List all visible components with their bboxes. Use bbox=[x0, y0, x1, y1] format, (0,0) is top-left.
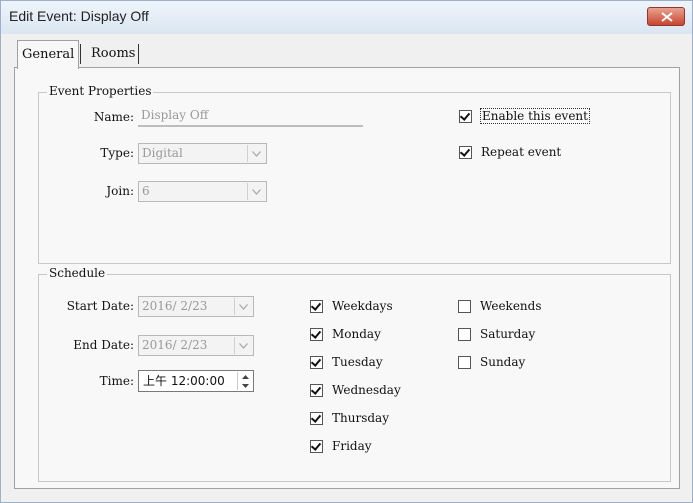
name-label: Name: bbox=[93, 110, 134, 124]
weekends-checkbox[interactable]: Weekends bbox=[458, 299, 542, 313]
weekdays-label: Weekdays bbox=[332, 299, 393, 313]
wednesday-checkbox[interactable]: Wednesday bbox=[310, 383, 401, 397]
dialog-body: General Rooms Event Properties Name: Dis… bbox=[8, 34, 685, 496]
close-icon bbox=[661, 12, 673, 22]
title-bar[interactable]: Edit Event: Display Off bbox=[1, 1, 692, 34]
end-date-value: 2016/ 2/23 bbox=[142, 338, 208, 352]
event-properties-group: Event Properties Name: Display Off Type:… bbox=[38, 84, 671, 264]
tab-separator bbox=[138, 44, 139, 64]
weekends-label: Weekends bbox=[480, 299, 542, 313]
tab-separator bbox=[80, 44, 81, 64]
time-label: Time: bbox=[99, 374, 134, 388]
monday-label: Monday bbox=[332, 327, 381, 341]
enable-event-label: Enable this event bbox=[480, 108, 590, 124]
chevron-down-icon[interactable] bbox=[247, 145, 265, 162]
friday-label: Friday bbox=[332, 439, 372, 453]
wednesday-label: Wednesday bbox=[332, 383, 401, 397]
weekdays-checkbox[interactable]: Weekdays bbox=[310, 299, 393, 313]
edit-event-dialog: Edit Event: Display Off General Rooms Ev… bbox=[0, 0, 693, 503]
join-dropdown[interactable]: 6 bbox=[138, 181, 267, 202]
join-label: Join: bbox=[106, 184, 134, 198]
time-value: 上午 12:00:00 bbox=[143, 374, 225, 388]
calendar-dropdown-icon[interactable] bbox=[234, 298, 252, 315]
time-picker[interactable]: 上午 12:00:00 bbox=[138, 370, 254, 392]
schedule-group-label: Schedule bbox=[47, 266, 108, 280]
chevron-down-icon[interactable] bbox=[247, 183, 265, 200]
tab-rooms[interactable]: Rooms bbox=[85, 42, 141, 66]
end-date-picker[interactable]: 2016/ 2/23 bbox=[138, 335, 254, 356]
weekends-check-icon[interactable] bbox=[458, 299, 471, 313]
join-value: 6 bbox=[142, 184, 150, 198]
tab-general-label: General bbox=[22, 47, 75, 62]
friday-check-icon[interactable] bbox=[310, 439, 323, 453]
type-label: Type: bbox=[100, 146, 134, 160]
saturday-checkbox[interactable]: Saturday bbox=[458, 327, 535, 341]
wednesday-check-icon[interactable] bbox=[310, 383, 323, 397]
repeat-event-check-icon[interactable] bbox=[459, 145, 472, 159]
close-button[interactable] bbox=[647, 7, 685, 26]
thursday-checkbox[interactable]: Thursday bbox=[310, 411, 389, 425]
saturday-check-icon[interactable] bbox=[458, 327, 471, 341]
repeat-event-label: Repeat event bbox=[481, 145, 562, 159]
type-value: Digital bbox=[142, 146, 183, 160]
monday-checkbox[interactable]: Monday bbox=[310, 327, 381, 341]
name-value: Display Off bbox=[141, 108, 209, 122]
tuesday-checkbox[interactable]: Tuesday bbox=[310, 355, 383, 369]
sunday-check-icon[interactable] bbox=[458, 355, 471, 369]
tuesday-label: Tuesday bbox=[332, 355, 383, 369]
window-title: Edit Event: Display Off bbox=[9, 8, 149, 24]
general-tab-panel: Event Properties Name: Display Off Type:… bbox=[14, 67, 680, 489]
spin-down-icon[interactable] bbox=[238, 381, 252, 390]
tab-rooms-label: Rooms bbox=[91, 46, 136, 61]
start-date-picker[interactable]: 2016/ 2/23 bbox=[138, 296, 254, 317]
sunday-label: Sunday bbox=[480, 355, 526, 369]
thursday-check-icon[interactable] bbox=[310, 411, 323, 425]
schedule-group: Schedule Start Date: 2016/ 2/23 End Date… bbox=[38, 266, 671, 482]
tab-general[interactable]: General bbox=[17, 40, 80, 69]
spin-up-icon[interactable] bbox=[238, 372, 252, 381]
event-properties-group-label: Event Properties bbox=[47, 84, 154, 98]
start-date-value: 2016/ 2/23 bbox=[142, 299, 208, 313]
tuesday-check-icon[interactable] bbox=[310, 355, 323, 369]
saturday-label: Saturday bbox=[480, 327, 536, 341]
repeat-event-checkbox[interactable]: Repeat event bbox=[459, 145, 561, 159]
enable-event-checkbox[interactable]: Enable this event bbox=[459, 108, 590, 124]
tab-bar: General Rooms bbox=[8, 34, 685, 69]
start-date-label: Start Date: bbox=[66, 299, 134, 313]
end-date-label: End Date: bbox=[73, 338, 134, 352]
monday-check-icon[interactable] bbox=[310, 327, 323, 341]
thursday-label: Thursday bbox=[332, 411, 389, 425]
calendar-dropdown-icon[interactable] bbox=[234, 337, 252, 354]
weekdays-check-icon[interactable] bbox=[310, 299, 323, 313]
time-spinner[interactable] bbox=[237, 372, 252, 390]
enable-event-check-icon[interactable] bbox=[459, 109, 472, 123]
sunday-checkbox[interactable]: Sunday bbox=[458, 355, 525, 369]
friday-checkbox[interactable]: Friday bbox=[310, 439, 372, 453]
name-field[interactable]: Display Off bbox=[138, 106, 363, 127]
type-dropdown[interactable]: Digital bbox=[138, 143, 267, 164]
